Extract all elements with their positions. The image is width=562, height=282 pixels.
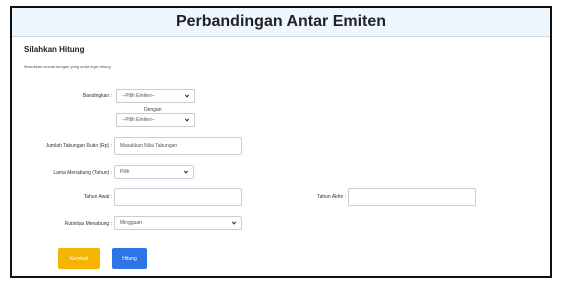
chevron-down-icon (184, 118, 190, 122)
chevron-down-icon (231, 221, 237, 225)
savings-input-placeholder: Masukkan Nilai Tabungan (120, 143, 178, 149)
duration-select-value: Pilih (120, 169, 130, 175)
start-year-input[interactable] (114, 188, 242, 206)
back-button[interactable]: Kembali (58, 248, 100, 269)
issuer-select-2-value: --Pilih Emiten-- (122, 117, 156, 123)
chevron-down-icon (184, 94, 190, 98)
savings-input[interactable]: Masukkan Nilai Tabungan (114, 137, 242, 155)
section-title: Silahkan Hitung (24, 45, 85, 54)
routine-label: Rutinitas Menabung : (64, 221, 112, 227)
issuer-select-1[interactable]: --Pilih Emiten-- (116, 89, 195, 103)
calculate-button[interactable]: Hitung (112, 248, 147, 269)
duration-label: Lama Menabung (Tahun) : (53, 170, 112, 176)
duration-select[interactable]: Pilih (114, 165, 194, 179)
form-description: Masukkan sesuai dengan yang anda ingin h… (24, 64, 111, 69)
issuer-select-1-value: --Pilih Emiten-- (122, 93, 156, 99)
routine-select[interactable]: Mingguan (114, 216, 242, 230)
end-year-input[interactable] (348, 188, 476, 206)
compare-label: Bandingkan : (82, 93, 112, 99)
chevron-down-icon (183, 170, 189, 174)
issuer-select-2[interactable]: --Pilih Emiten-- (116, 113, 195, 127)
page-header: Perbandingan Antar Emiten (12, 8, 550, 37)
savings-label: Jumlah Tabungan Rutin (Rp) : (45, 143, 112, 149)
form-container: Perbandingan Antar Emiten Silahkan Hitun… (10, 6, 552, 278)
start-year-label: Tahun Awal : (83, 194, 112, 200)
page-title: Perbandingan Antar Emiten (175, 13, 387, 30)
end-year-label: Tahun Akhir : (317, 194, 346, 200)
routine-select-value: Mingguan (120, 220, 142, 226)
